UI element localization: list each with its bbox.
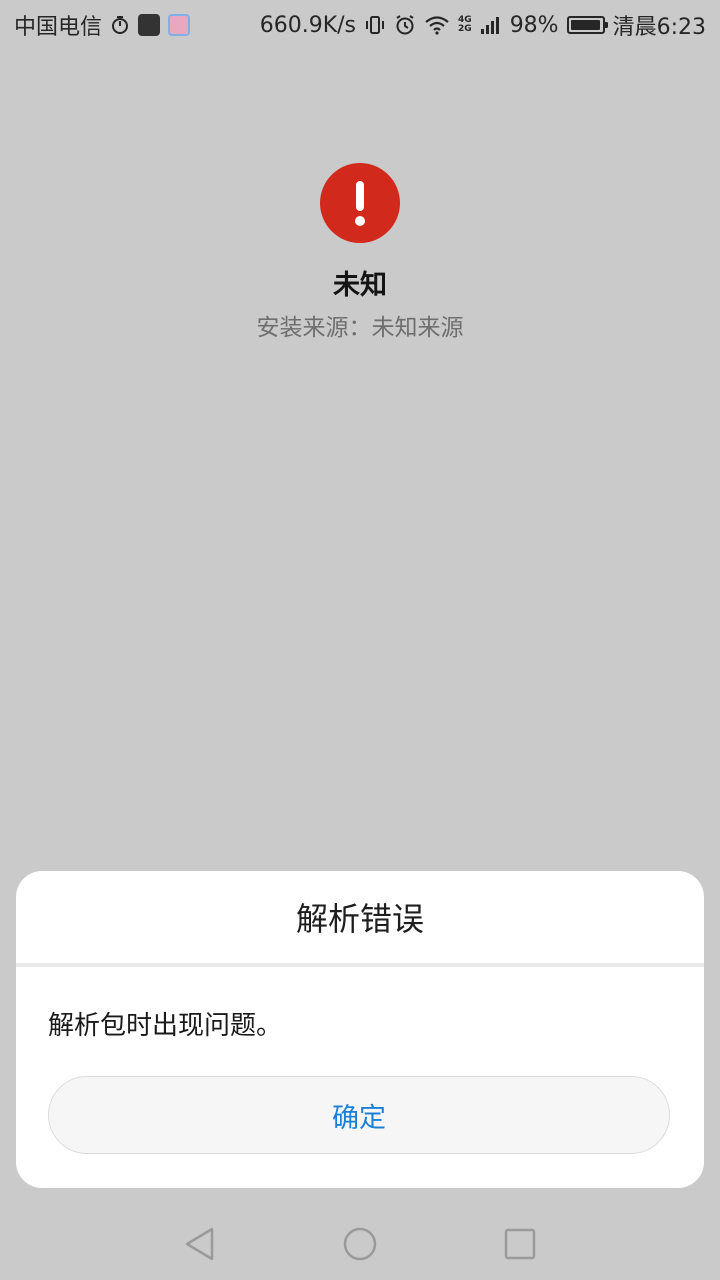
timer-icon xyxy=(110,15,130,35)
alarm-icon xyxy=(394,14,416,36)
recents-icon xyxy=(504,1228,536,1260)
status-bar: 中国电信 660.9K/s 4G 2G 98% 清晨6:23 xyxy=(0,0,720,50)
network-type: 4G 2G xyxy=(458,16,472,34)
recents-button[interactable] xyxy=(502,1226,538,1262)
install-source: 安装来源：未知来源 xyxy=(256,315,464,341)
signal-icon xyxy=(480,15,502,35)
home-button[interactable] xyxy=(342,1226,378,1262)
cartoon-app-icon xyxy=(168,14,191,36)
app-info: 未知 安装来源：未知来源 xyxy=(0,163,720,342)
app-badge-icon xyxy=(138,14,161,36)
back-icon xyxy=(185,1227,214,1261)
back-button[interactable] xyxy=(182,1226,218,1262)
app-name: 未知 xyxy=(333,270,387,301)
carrier-name: 中国电信 xyxy=(14,15,103,40)
status-bar-left: 中国电信 xyxy=(14,9,191,41)
network-speed: 660.9K/s xyxy=(259,12,357,38)
battery-icon xyxy=(566,16,608,34)
confirm-button[interactable]: 确定 xyxy=(48,1076,670,1154)
navigation-bar xyxy=(0,1208,720,1280)
battery-percent: 98% xyxy=(509,12,559,38)
status-bar-right: 660.9K/s 4G 2G 98% 清晨6:23 xyxy=(260,9,706,41)
parse-error-dialog: 解析错误 解析包时出现问题。 确定 xyxy=(16,871,704,1188)
warning-icon xyxy=(320,163,400,243)
clock: 清晨6:23 xyxy=(612,15,706,40)
wifi-icon xyxy=(424,15,450,35)
dialog-message: 解析包时出现问题。 xyxy=(48,1011,283,1041)
dialog-title: 解析错误 xyxy=(16,871,704,967)
battery-fill xyxy=(570,20,601,30)
vibrate-icon xyxy=(364,14,386,36)
network-type-bottom: 2G xyxy=(458,24,472,34)
home-icon xyxy=(343,1227,377,1261)
